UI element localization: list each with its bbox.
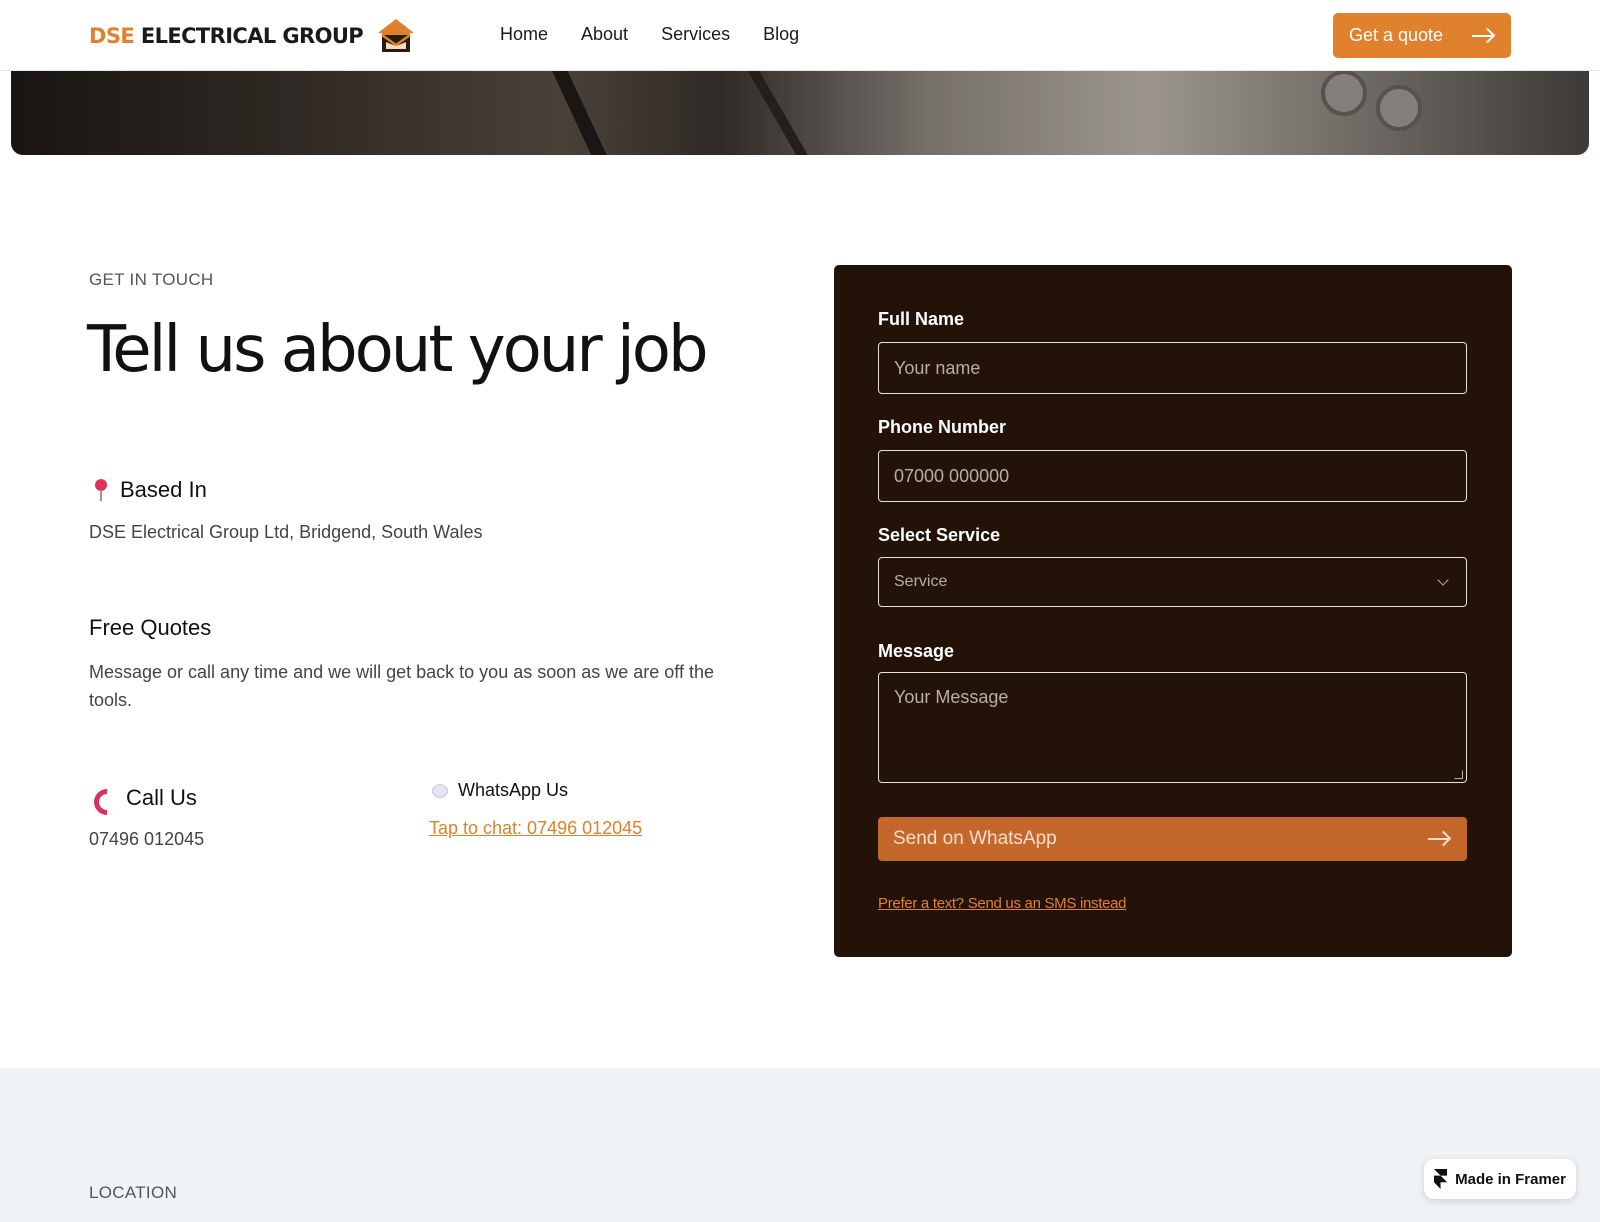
message-label: Message xyxy=(878,641,955,661)
chevron-down-icon xyxy=(1437,574,1449,586)
phone-icon xyxy=(92,786,116,810)
brand[interactable]: DSE ELECTRICAL GROUP xyxy=(89,18,415,54)
nav-about[interactable]: About xyxy=(581,24,628,45)
sms-link[interactable]: Prefer a text? Send us an SMS instead xyxy=(878,895,1127,912)
call-us-number[interactable]: 07496 012045 xyxy=(89,825,204,853)
based-in-label: Based In xyxy=(120,477,207,502)
main-nav: Home About Services Blog xyxy=(500,24,799,45)
arrow-right-icon xyxy=(1472,29,1494,43)
location-section: LOCATION xyxy=(0,1068,1600,1222)
whatsapp-label: WhatsApp Us xyxy=(458,780,569,800)
page-title: Tell us about your job xyxy=(87,313,709,387)
full-name-label: Full Name xyxy=(878,309,965,329)
send-button-label: Send on WhatsApp xyxy=(893,828,1057,849)
made-in-framer-label: Made in Framer xyxy=(1455,1170,1566,1188)
free-quotes-text: Message or call any time and we will get… xyxy=(89,662,714,710)
service-select-value: Service xyxy=(894,573,948,590)
house-envelope-icon xyxy=(378,19,415,52)
site-header: DSE ELECTRICAL GROUP Home About Services… xyxy=(0,0,1600,71)
based-in-text: DSE Electrical Group Ltd, Bridgend, Sout… xyxy=(89,522,483,542)
whatsapp-heading: WhatsApp Us xyxy=(432,780,568,801)
full-name-input[interactable] xyxy=(878,342,1467,394)
quote-form: Full Name Phone Number Select Service Se… xyxy=(834,265,1512,957)
service-select[interactable]: Service xyxy=(878,557,1467,607)
location-eyebrow: LOCATION xyxy=(89,1183,178,1202)
message-textarea[interactable] xyxy=(878,672,1467,783)
phone-number-input[interactable] xyxy=(878,450,1467,502)
select-service-label: Select Service xyxy=(878,525,1001,545)
phone-number-label: Phone Number xyxy=(878,417,1007,437)
section-eyebrow: GET IN TOUCH xyxy=(89,270,214,289)
get-a-quote-button[interactable]: Get a quote xyxy=(1333,13,1511,58)
based-in-heading: Based In xyxy=(92,477,207,503)
call-us-heading: Call Us xyxy=(92,785,197,811)
nav-home[interactable]: Home xyxy=(500,24,548,45)
whatsapp-chat-link[interactable]: Tap to chat: 07496 012045 xyxy=(429,818,642,839)
brand-name: DSE ELECTRICAL GROUP xyxy=(89,24,364,48)
arrow-right-icon xyxy=(1428,832,1450,846)
free-quotes-heading: Free Quotes xyxy=(89,615,211,641)
free-quotes-label: Free Quotes xyxy=(89,615,212,640)
send-on-whatsapp-button[interactable]: Send on WhatsApp xyxy=(878,817,1467,861)
page: DSE ELECTRICAL GROUP Home About Services… xyxy=(0,0,1600,1222)
made-in-framer-badge[interactable]: Made in Framer xyxy=(1424,1159,1576,1199)
nav-services[interactable]: Services xyxy=(661,24,730,45)
framer-logo-icon xyxy=(1434,1169,1448,1189)
get-a-quote-label: Get a quote xyxy=(1349,25,1444,45)
brand-accent: DSE xyxy=(89,24,135,48)
pushpin-icon xyxy=(92,478,110,502)
speech-bubble-icon xyxy=(432,783,448,798)
brand-rest: ELECTRICAL GROUP xyxy=(140,24,364,48)
call-us-label: Call Us xyxy=(126,785,197,810)
nav-blog[interactable]: Blog xyxy=(763,24,799,45)
